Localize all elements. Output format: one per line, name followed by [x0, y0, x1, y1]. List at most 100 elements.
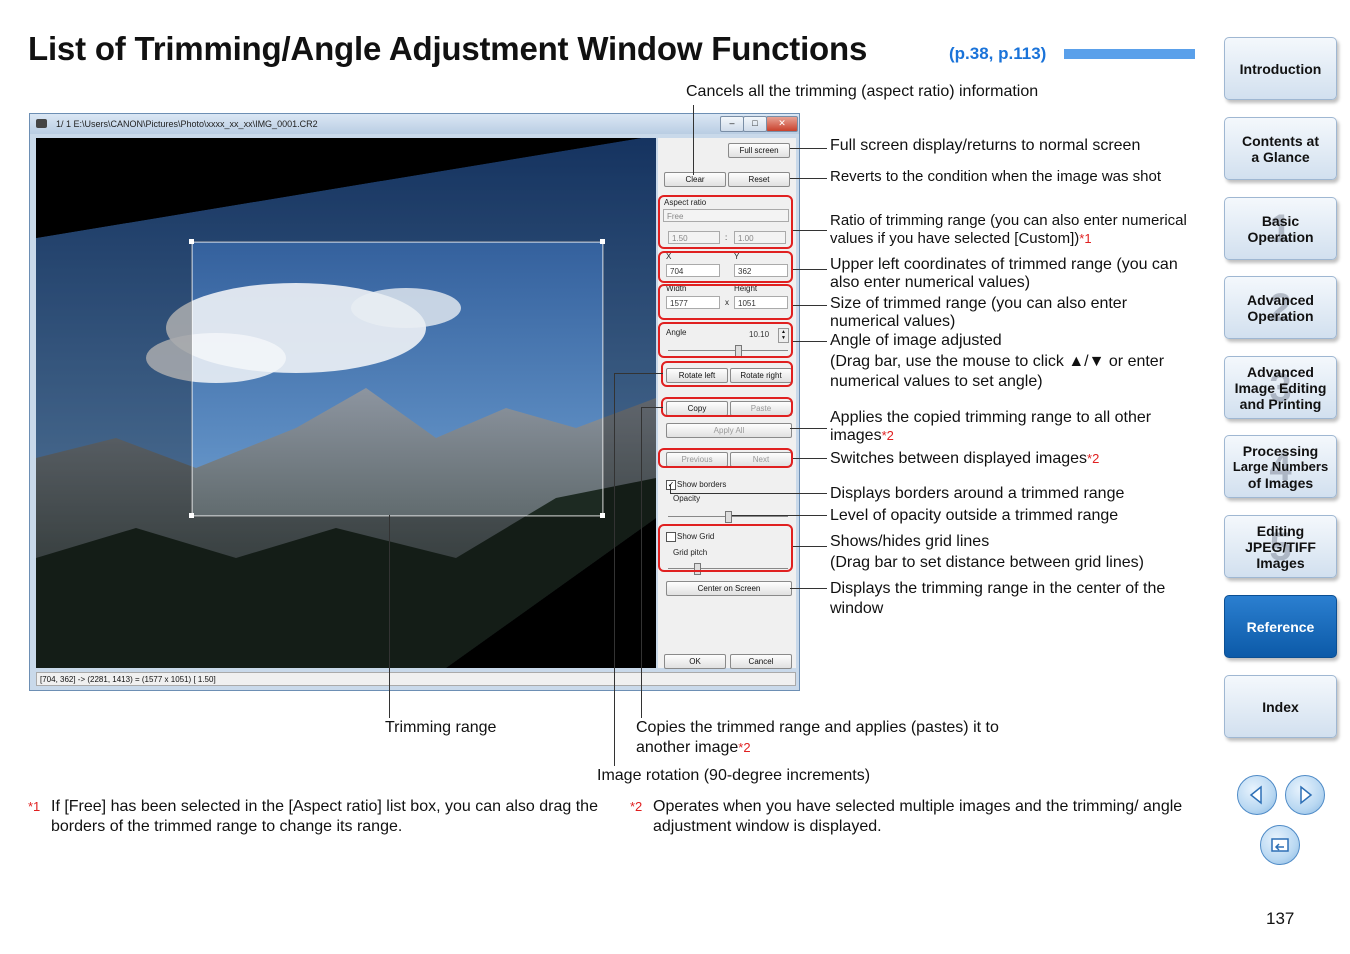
- footnote-2: *2 Operates when you have selected multi…: [630, 797, 1200, 837]
- footnote-2-mark: *2: [630, 799, 643, 814]
- ok-button[interactable]: OK: [664, 654, 726, 669]
- callout-applies: Applies the copied trimming range to all…: [830, 409, 1190, 445]
- page-title: List of Trimming/Angle Adjustment Window…: [28, 30, 868, 67]
- callout-ratio: Ratio of trimming range (you can also en…: [830, 212, 1190, 248]
- nav-index[interactable]: Index: [1224, 675, 1337, 738]
- callout-copies: Copies the trimmed range and applies (pa…: [636, 718, 1006, 758]
- callout-switches: Switches between displayed images*2: [830, 449, 1099, 469]
- leader-copies-v: [641, 407, 642, 718]
- callout-reverts: Reverts to the condition when the image …: [830, 168, 1162, 185]
- callout-borders: Displays borders around a trimmed range: [830, 485, 1125, 502]
- clear-button[interactable]: Clear: [664, 172, 726, 187]
- window-titlebar: 1/ 1 E:\Users\CANON\Pictures\Photo\xxxx_…: [30, 114, 799, 134]
- nav-adv-img-line1: Advanced: [1247, 363, 1314, 380]
- status-bar: [704, 362] -> (2281, 1413) = (1577 x 105…: [36, 672, 796, 686]
- footnote-1: *1 If [Free] has been selected in the [A…: [28, 797, 598, 837]
- leader-size: [793, 305, 827, 306]
- leader-upper-left: [793, 269, 827, 270]
- highlight-prev-next: [658, 448, 793, 468]
- nav-basic-line1: Basic: [1261, 212, 1300, 229]
- leader-angle: [793, 341, 827, 342]
- minimize-button[interactable]: –: [720, 116, 744, 132]
- callout-grid-sub: (Drag bar to set distance between grid l…: [830, 554, 1144, 571]
- nav-advanced-image-editing[interactable]: 3 Advanced Image Editing and Printing: [1224, 356, 1337, 419]
- close-button[interactable]: ✕: [766, 116, 798, 132]
- highlight-coordinates: [658, 251, 793, 283]
- opacity-slider-thumb[interactable]: [725, 511, 732, 523]
- apply-all-button[interactable]: Apply All: [666, 423, 792, 438]
- cancel-button[interactable]: Cancel: [730, 654, 792, 669]
- show-borders-label: Show borders: [677, 480, 727, 489]
- callout-switches-text: Switches between displayed images: [830, 450, 1088, 467]
- callout-upper-left: Upper left coordinates of trimmed range …: [830, 256, 1178, 291]
- nav-edit-line1: Editing: [1256, 522, 1305, 539]
- nav-introduction-label: Introduction: [1239, 60, 1322, 77]
- nav-reference[interactable]: Reference: [1224, 595, 1337, 658]
- nav-introduction[interactable]: Introduction: [1224, 37, 1337, 100]
- title-accent-bar: [1064, 49, 1195, 59]
- return-icon: [1271, 838, 1289, 852]
- leader-reverts: [790, 178, 827, 179]
- callout-copies-text: Copies the trimmed range and applies (pa…: [636, 719, 999, 756]
- rotated-photo: [36, 138, 656, 668]
- footnote-mark-2c: *2: [738, 740, 751, 755]
- camera-icon: [36, 119, 47, 128]
- nav-contents-line1: Contents at: [1242, 132, 1319, 149]
- nav-proc-line3: of Images: [1247, 474, 1314, 491]
- nav-adv-img-line3: and Printing: [1239, 395, 1322, 412]
- nav-edit-line2: JPEG/TIFF: [1245, 538, 1316, 555]
- nav-index-label: Index: [1262, 698, 1299, 715]
- page-reference-link[interactable]: (p.38, p.113): [949, 44, 1046, 64]
- nav-basic-line2: Operation: [1247, 228, 1314, 245]
- reset-button[interactable]: Reset: [728, 172, 790, 187]
- callout-cancels: Cancels all the trimming (aspect ratio) …: [686, 83, 1039, 100]
- leader-ratio: [793, 230, 827, 231]
- leader-borders: [670, 493, 827, 494]
- nav-advanced-line2: Operation: [1247, 307, 1314, 324]
- callout-angle: Angle of image adjusted: [830, 332, 1002, 349]
- nav-edit-line3: Images: [1256, 554, 1305, 571]
- nav-basic-operation[interactable]: 1 Basic Operation: [1224, 197, 1337, 260]
- callout-angle-sub: (Drag bar, use the mouse to click ▲/▼ or…: [830, 353, 1165, 390]
- nav-processing[interactable]: 4 Processing Large Numbers of Images: [1224, 435, 1337, 498]
- footnote-mark-2a: *2: [881, 428, 894, 443]
- return-button[interactable]: [1260, 825, 1300, 865]
- nav-proc-line1: Processing: [1242, 442, 1319, 459]
- leader-center: [790, 588, 827, 589]
- previous-page-button[interactable]: [1237, 775, 1277, 815]
- full-screen-button[interactable]: Full screen: [728, 143, 790, 158]
- callout-size: Size of trimmed range (you can also ente…: [830, 295, 1128, 330]
- nav-editing-jpeg-tiff[interactable]: 5 Editing JPEG/TIFF Images: [1224, 515, 1337, 578]
- nav-reference-label: Reference: [1246, 618, 1315, 635]
- nav-proc-line2: Large Numbers: [1232, 458, 1329, 474]
- leader-grid: [793, 546, 827, 547]
- nav-contents-line2: a Glance: [1251, 148, 1310, 165]
- highlight-aspect-ratio: [658, 195, 793, 249]
- leader-applies: [790, 428, 827, 429]
- footnote-2-text: Operates when you have selected multiple…: [653, 798, 1183, 835]
- maximize-button[interactable]: □: [743, 116, 767, 132]
- nav-advanced-operation[interactable]: 2 Advanced Operation: [1224, 276, 1337, 339]
- image-canvas[interactable]: [36, 138, 656, 668]
- nav-adv-img-line2: Image Editing: [1234, 379, 1327, 396]
- next-page-button[interactable]: [1285, 775, 1325, 815]
- arrow-left-icon: [1249, 785, 1262, 805]
- callout-rotation: Image rotation (90-degree increments): [597, 767, 871, 784]
- callout-trimming-range: Trimming range: [385, 719, 497, 736]
- callout-ratio-text: Ratio of trimming range (you can also en…: [830, 212, 1187, 247]
- leader-rotation-h: [614, 373, 663, 374]
- leader-rotation-v: [614, 373, 615, 766]
- leader-full-screen: [790, 148, 827, 149]
- highlight-angle: [658, 322, 793, 358]
- callout-opacity: Level of opacity outside a trimmed range: [830, 507, 1119, 524]
- center-on-screen-button[interactable]: Center on Screen: [666, 581, 792, 596]
- window-title: 1/ 1 E:\Users\CANON\Pictures\Photo\xxxx_…: [56, 119, 318, 129]
- nav-contents[interactable]: Contents at a Glance: [1224, 117, 1337, 180]
- footnote-1-mark: *1: [28, 799, 41, 814]
- show-borders-checkbox[interactable]: ✓: [666, 480, 676, 490]
- footnote-mark-1: *1: [1079, 231, 1092, 246]
- callout-applies-text: Applies the copied trimming range to all…: [830, 409, 1152, 444]
- leader-cancels: [693, 105, 694, 175]
- highlight-copy-paste: [661, 397, 793, 417]
- highlight-rotate: [661, 361, 793, 387]
